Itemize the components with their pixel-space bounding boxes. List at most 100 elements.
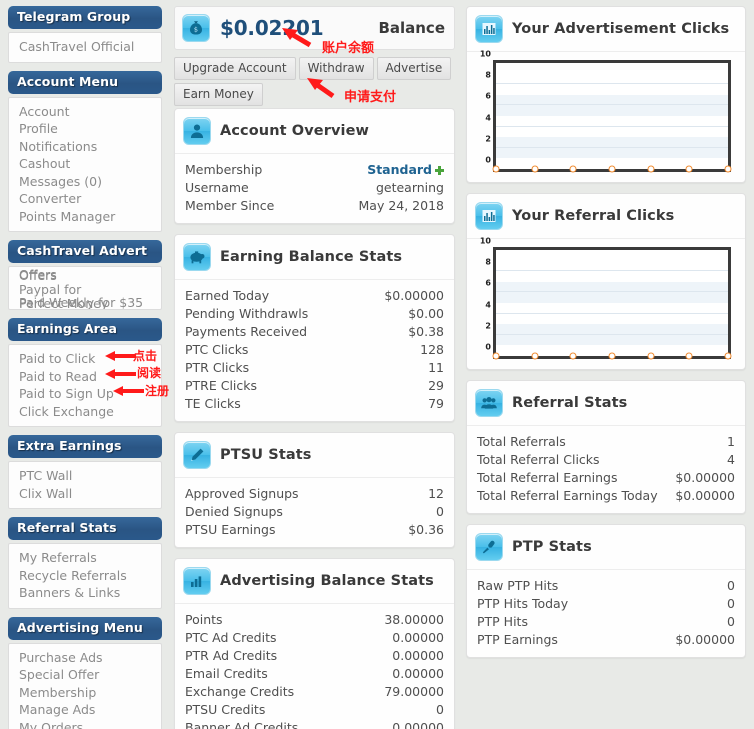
stat-value-total-referrals: 1 <box>727 434 735 449</box>
sidebar-item-account[interactable]: Account <box>9 103 161 121</box>
sidebar-header-advertising-menu: Advertising Menu <box>8 616 162 640</box>
chart-ytick: 10 <box>479 236 491 246</box>
sidebar-item-paid-to-click[interactable]: Paid to Click <box>9 350 161 368</box>
chart-ytick: 4 <box>485 113 491 123</box>
panel-earning-balance-stats: Earning Balance Stats Earned Today $0.00… <box>174 234 455 422</box>
stat-value-raw-ptp-hits: 0 <box>727 578 735 593</box>
stat-value-denied-signups: 0 <box>436 504 444 519</box>
chart-data-point <box>492 165 500 173</box>
sidebar-item-purchase-ads[interactable]: Purchase Ads <box>9 649 161 667</box>
money-bag-icon: $ <box>182 14 210 42</box>
chart-data-point <box>569 165 577 173</box>
sidebar-box-cashtravel-advert[interactable]: Offers Paypal for Perfect Money Offers P… <box>8 266 162 310</box>
pencil-icon <box>183 441 211 469</box>
stat-key-ptc-clicks: PTC Clicks <box>185 342 249 357</box>
stat-row-banner-ad-credits: Banner Ad Credits 0.00000 <box>185 719 444 729</box>
stat-row-ptc-ad-credits: PTC Ad Credits 0.00000 <box>185 629 444 647</box>
stat-value-username: getearning <box>375 180 444 195</box>
chart-ytick: 2 <box>485 134 491 144</box>
stat-key-ptsu-credits: PTSU Credits <box>185 702 266 717</box>
chart-band <box>496 281 728 303</box>
stat-row-total-referral-earnings-today: Total Referral Earnings Today $0.00000 <box>477 487 735 505</box>
stat-row-exchange-credits: Exchange Credits 79.00000 <box>185 683 444 701</box>
stat-value-ptr-ad-credits: 0.00000 <box>392 648 444 663</box>
panel-title-account-overview: Account Overview <box>220 123 370 139</box>
panel-advertising-balance-stats: Advertising Balance Stats Points 38.0000… <box>174 558 455 729</box>
stat-value-ptp-hits: 0 <box>727 614 735 629</box>
stat-key-raw-ptp-hits: Raw PTP Hits <box>477 578 559 593</box>
sidebar-item-profile[interactable]: Profile <box>9 120 161 138</box>
tab-earn-money[interactable]: Earn Money <box>174 83 263 106</box>
chart-gridline <box>496 146 728 148</box>
main-column: $ $0.02201 Balance Upgrade Account Withd… <box>170 0 460 729</box>
stat-key-earned-today: Earned Today <box>185 288 270 303</box>
stat-key-ptc-ad-credits: PTC Ad Credits <box>185 630 277 645</box>
stat-value-te-clicks: 79 <box>428 396 444 411</box>
sidebar-box-advertising-menu: Purchase Ads Special Offer Membership Ma… <box>8 642 162 729</box>
panel-head-referral-stats: Referral Stats <box>467 381 745 426</box>
stat-value-total-referral-clicks: 4 <box>727 452 735 467</box>
panel-title-advertising-balance-stats: Advertising Balance Stats <box>220 573 434 589</box>
sidebar-item-points-manager[interactable]: Points Manager <box>9 208 161 226</box>
chart-ytick: 8 <box>485 70 491 80</box>
tab-withdraw[interactable]: Withdraw <box>298 57 374 80</box>
stat-row-email-credits: Email Credits 0.00000 <box>185 665 444 683</box>
panel-ptsu-stats: PTSU Stats Approved Signups 12 Denied Si… <box>174 432 455 548</box>
sidebar-item-paid-to-sign-up[interactable]: Paid to Sign Up <box>9 385 161 403</box>
panel-title-ptp-stats: PTP Stats <box>512 539 592 555</box>
sidebar-item-clix-wall[interactable]: Clix Wall <box>9 485 161 503</box>
panel-account-overview: Account Overview Membership Standard Use… <box>174 108 455 224</box>
dashboard-page: Telegram Group CashTravel Official Accou… <box>0 0 754 729</box>
sidebar-item-cashtravel-official[interactable]: CashTravel Official <box>9 38 161 56</box>
sidebar-item-manage-ads[interactable]: Manage Ads <box>9 701 161 719</box>
stat-row-ptp-hits-today: PTP Hits Today 0 <box>477 595 735 613</box>
sidebar-item-cashout[interactable]: Cashout <box>9 155 161 173</box>
stat-row-member-since: Member Since May 24, 2018 <box>185 197 444 215</box>
chart-ytick: 4 <box>485 300 491 310</box>
sidebar-item-membership[interactable]: Membership <box>9 684 161 702</box>
panel-head-advertisement-clicks: Your Advertisement Clicks <box>467 7 745 52</box>
sidebar-item-notifications[interactable]: Notifications <box>9 138 161 156</box>
stat-value-ptsu-credits: 0 <box>436 702 444 717</box>
sidebar-item-messages[interactable]: Messages (0) <box>9 173 161 191</box>
plus-badge-icon <box>435 165 444 175</box>
sidebar-item-ptc-wall[interactable]: PTC Wall <box>9 467 161 485</box>
right-column: Your Advertisement Clicks 0 2 4 6 8 10 Y… <box>460 0 754 678</box>
stat-key-ptre-clicks: PTRE Clicks <box>185 378 258 393</box>
sidebar-item-special-offer[interactable]: Special Offer <box>9 666 161 684</box>
panel-referral-stats: Referral Stats Total Referrals 1 Total R… <box>466 380 746 514</box>
panel-head-earning-balance-stats: Earning Balance Stats <box>175 235 454 280</box>
sidebar-header-cashtravel-advert: CashTravel Advert <box>8 240 162 263</box>
sidebar-item-paid-to-read[interactable]: Paid to Read <box>9 368 161 386</box>
stat-row-ptp-hits: PTP Hits 0 <box>477 613 735 631</box>
tab-upgrade-account[interactable]: Upgrade Account <box>174 57 296 80</box>
chart-ytick: 6 <box>485 278 491 288</box>
stat-key-member-since: Member Since <box>185 198 275 213</box>
panel-head-account-overview: Account Overview <box>175 109 454 154</box>
microphone-icon <box>475 533 503 561</box>
stat-key-email-credits: Email Credits <box>185 666 268 681</box>
sidebar-item-my-referrals[interactable]: My Referrals <box>9 549 161 567</box>
chart-gridline <box>496 291 728 293</box>
stat-key-approved-signups: Approved Signups <box>185 486 299 501</box>
sidebar-item-banners-links[interactable]: Banners & Links <box>9 584 161 602</box>
chart-data-point <box>531 352 538 360</box>
panel-body-advertising-balance-stats: Points 38.00000 PTC Ad Credits 0.00000 P… <box>175 604 454 729</box>
sidebar-item-recycle-referrals[interactable]: Recycle Referrals <box>9 567 161 585</box>
tab-advertise[interactable]: Advertise <box>376 57 452 80</box>
stat-value-exchange-credits: 79.00000 <box>384 684 444 699</box>
panel-body-referral-stats: Total Referrals 1 Total Referral Clicks … <box>467 426 745 513</box>
panel-title-referral-stats: Referral Stats <box>512 395 628 411</box>
chart-plot-advertisement-clicks: 0 2 4 6 8 10 <box>480 50 732 173</box>
sidebar-item-click-exchange[interactable]: Click Exchange <box>9 403 161 421</box>
stat-key-points: Points <box>185 612 223 627</box>
advert-line-paid-weekly: Paid Weekly for $35 <box>19 295 144 310</box>
line-chart-icon <box>475 15 503 43</box>
sidebar-item-converter[interactable]: Converter <box>9 190 161 208</box>
stat-value-pending-withdrawls: $0.00 <box>408 306 444 321</box>
sidebar-item-my-orders[interactable]: My Orders <box>9 719 161 729</box>
chart-data-point <box>647 352 654 360</box>
chart-band <box>496 324 728 346</box>
panel-ptp-stats: PTP Stats Raw PTP Hits 0 PTP Hits Today … <box>466 524 746 658</box>
sidebar-header-referral-stats: Referral Stats <box>8 517 162 540</box>
